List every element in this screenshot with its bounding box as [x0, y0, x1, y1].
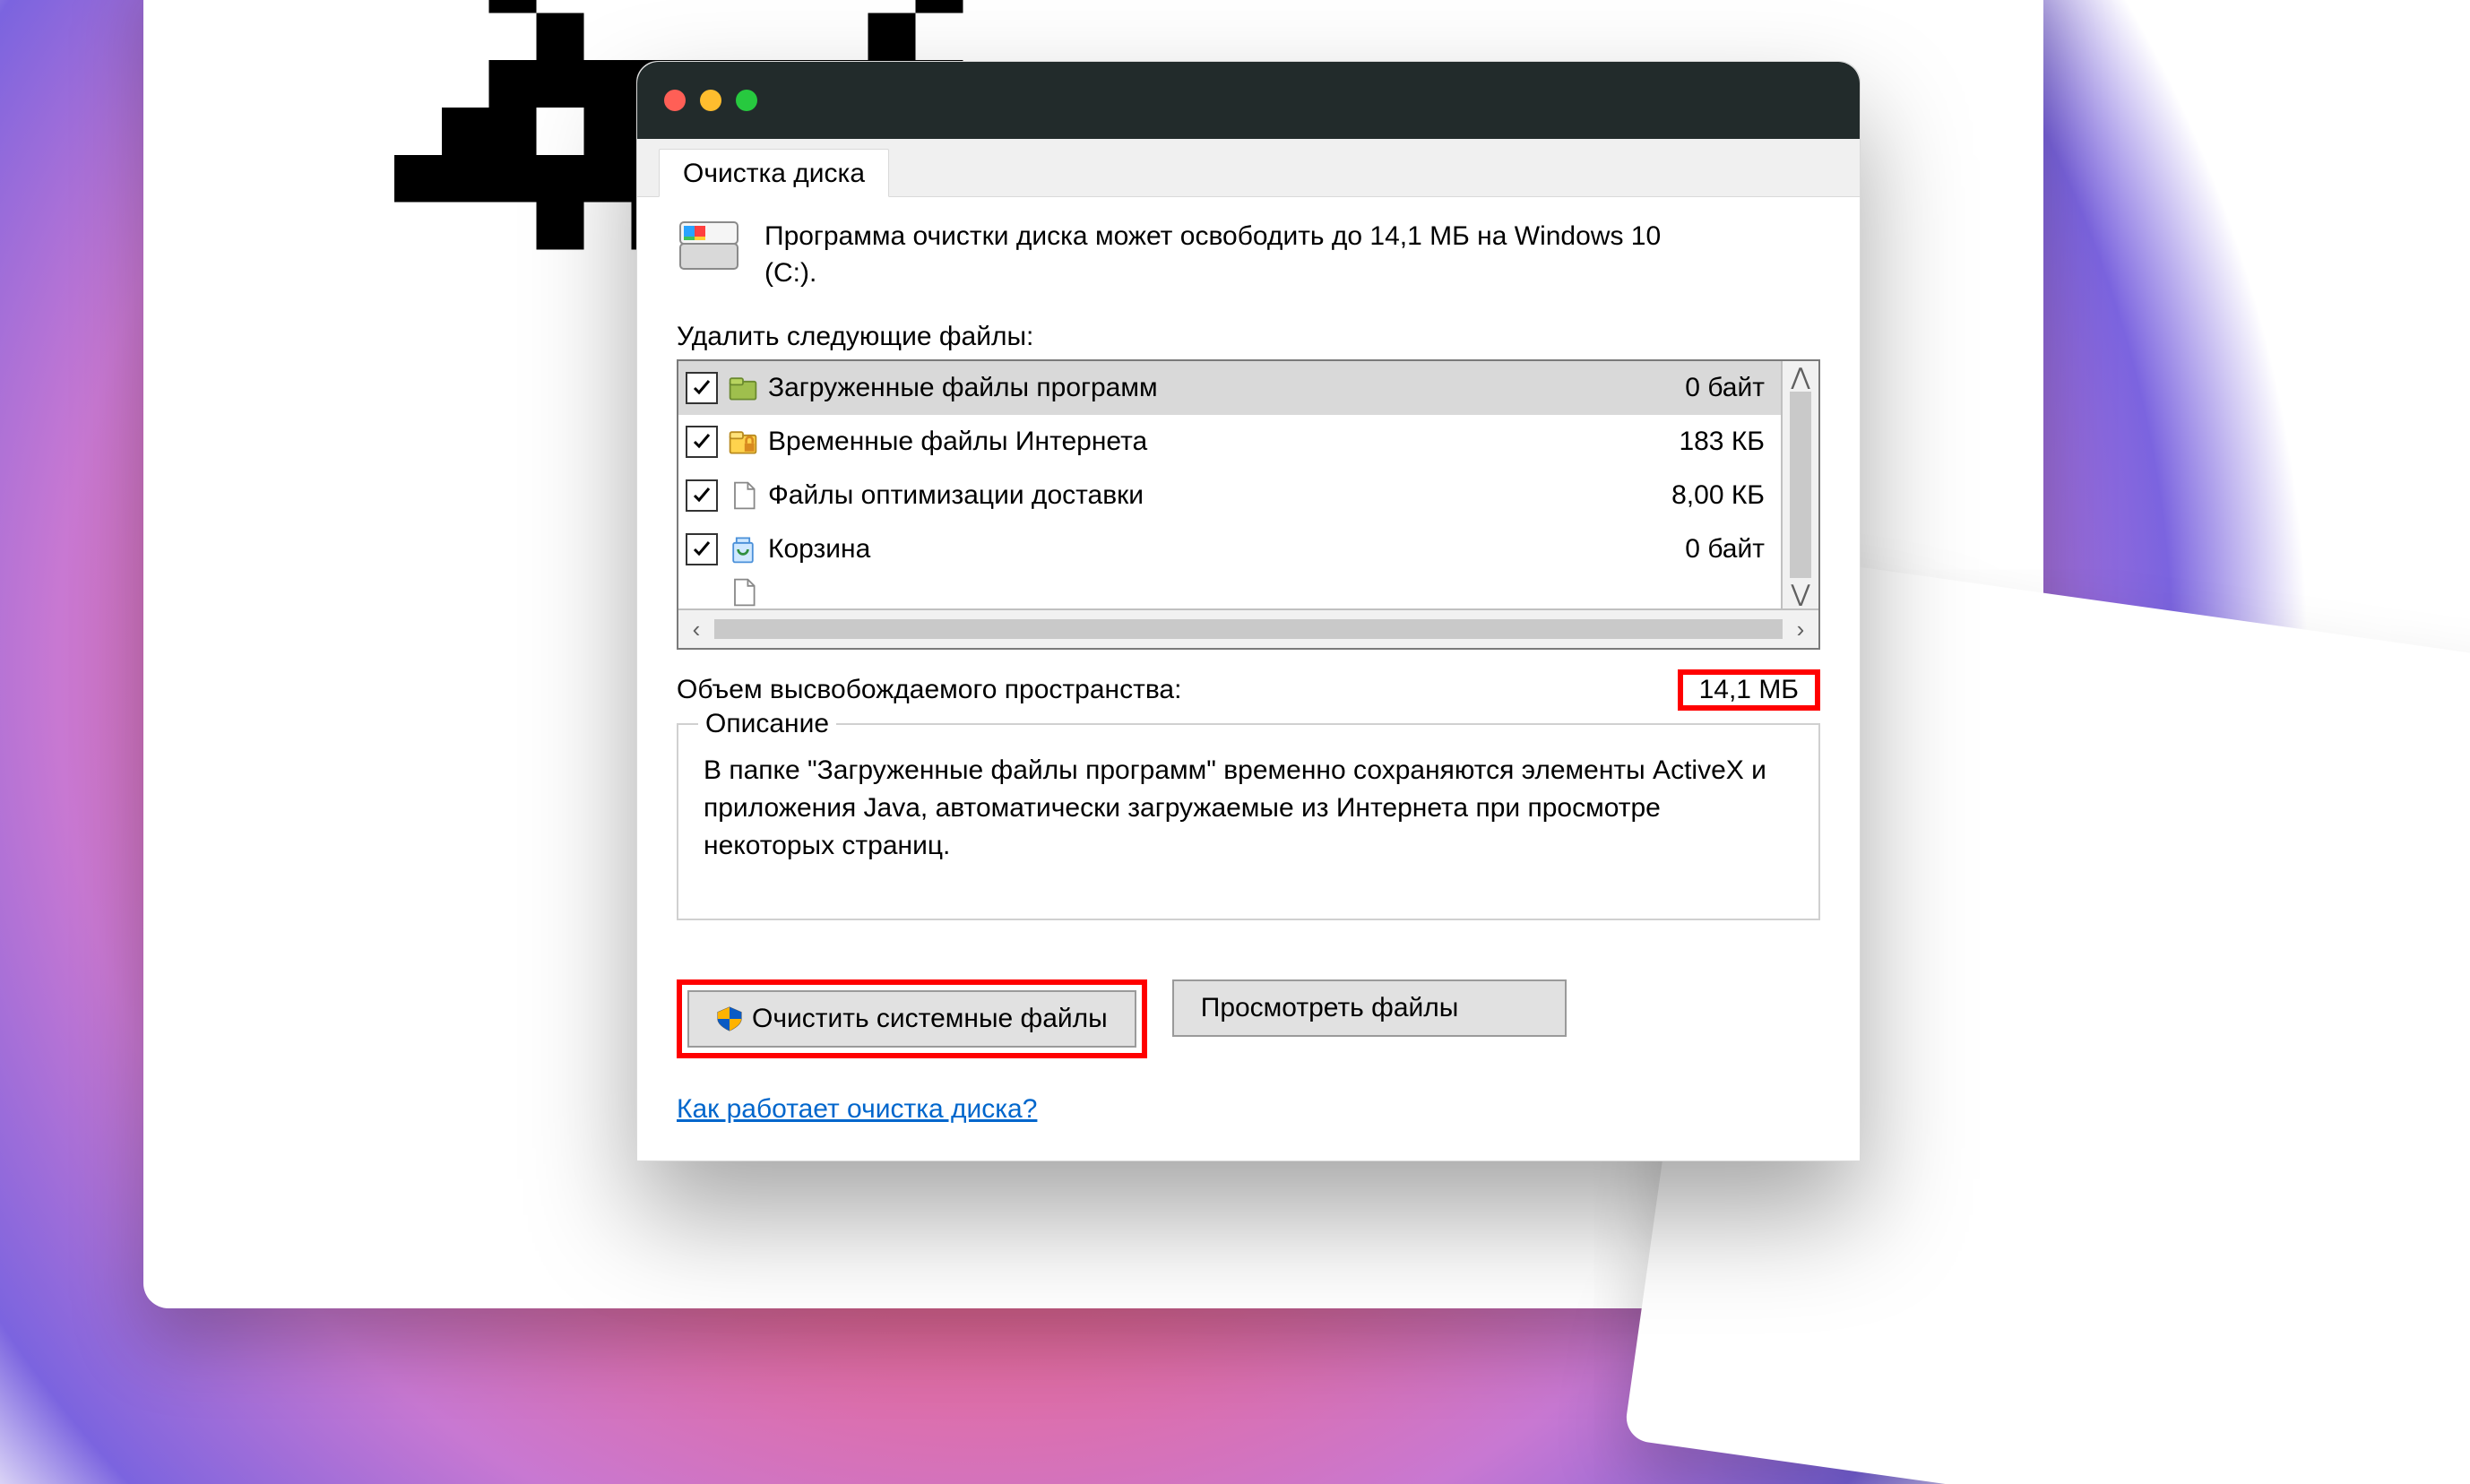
dialog-tabbar: Очистка диска — [637, 139, 1860, 197]
folder-green-icon — [727, 372, 759, 404]
scroll-down-icon[interactable]: ⋁ — [1791, 582, 1809, 605]
close-window-dot[interactable] — [664, 90, 686, 111]
file-list-size: 0 байт — [1685, 534, 1774, 565]
file-list-row[interactable]: Загруженные файлы программ0 байт — [678, 361, 1781, 415]
tab-disk-cleanup[interactable]: Очистка диска — [659, 149, 889, 197]
freed-space-value: 14,1 МБ — [1678, 669, 1820, 711]
disk-drive-icon — [677, 219, 741, 272]
file-list-checkbox[interactable] — [686, 372, 718, 404]
file-list-label: Файлы оптимизации доставки — [768, 480, 1671, 511]
file-list-checkbox[interactable] — [686, 479, 718, 512]
minimize-window-dot[interactable] — [700, 90, 721, 111]
delete-files-label: Удалить следующие файлы: — [677, 322, 1820, 352]
vscroll-track[interactable] — [1790, 392, 1811, 578]
recycle-icon — [727, 533, 759, 565]
file-list-size: 183 КБ — [1679, 427, 1774, 457]
file-list-checkbox[interactable] — [686, 533, 718, 565]
file-list-row[interactable] — [678, 576, 1781, 608]
file-list: Загруженные файлы программ0 байтВременны… — [677, 359, 1820, 650]
summary-text: Программа очистки диска может освободить… — [764, 219, 1697, 291]
scroll-left-icon[interactable]: ‹ — [678, 610, 714, 648]
uac-shield-icon — [716, 1005, 743, 1032]
view-files-button[interactable]: Просмотреть файлы — [1172, 979, 1567, 1037]
folder-lock-icon — [727, 426, 759, 458]
file-list-row[interactable]: Файлы оптимизации доставки8,00 КБ — [678, 469, 1781, 522]
clean-system-files-button[interactable]: Очистить системные файлы — [687, 990, 1136, 1048]
description-legend: Описание — [698, 705, 836, 743]
file-list-size: 0 байт — [1685, 373, 1774, 403]
file-list-hscrollbar[interactable]: ‹ › — [678, 608, 1818, 648]
disk-cleanup-dialog: Очистка диска Программа очистки диска мо… — [636, 61, 1861, 1161]
description-groupbox: Описание В папке "Загруженные файлы прог… — [677, 723, 1820, 920]
clean-system-files-label: Очистить системные файлы — [752, 1004, 1108, 1034]
file-list-label: Временные файлы Интернета — [768, 427, 1679, 457]
file-list-row[interactable]: Корзина0 байт — [678, 522, 1781, 576]
window-titlebar[interactable] — [637, 62, 1860, 139]
file-list-vscrollbar[interactable]: ⋀ ⋁ — [1781, 361, 1818, 608]
page-icon — [727, 479, 759, 512]
scroll-right-icon[interactable]: › — [1783, 610, 1818, 648]
how-does-disk-cleanup-work-link[interactable]: Как работает очистка диска? — [677, 1094, 1037, 1125]
file-list-size: 8,00 КБ — [1671, 480, 1774, 511]
hscroll-track[interactable] — [714, 619, 1783, 639]
file-list-checkbox[interactable] — [686, 426, 718, 458]
freed-space-label: Объем высвобождаемого пространства: — [677, 675, 1181, 705]
maximize-window-dot[interactable] — [736, 90, 757, 111]
description-text: В папке "Загруженные файлы программ" вре… — [704, 755, 1766, 860]
clean-system-files-highlight: Очистить системные файлы — [677, 979, 1147, 1058]
file-list-label: Корзина — [768, 534, 1685, 565]
page-icon — [727, 576, 759, 608]
view-files-label: Просмотреть файлы — [1201, 993, 1459, 1023]
file-list-label: Загруженные файлы программ — [768, 373, 1685, 403]
scroll-up-icon[interactable]: ⋀ — [1791, 365, 1809, 388]
file-list-row[interactable]: Временные файлы Интернета183 КБ — [678, 415, 1781, 469]
